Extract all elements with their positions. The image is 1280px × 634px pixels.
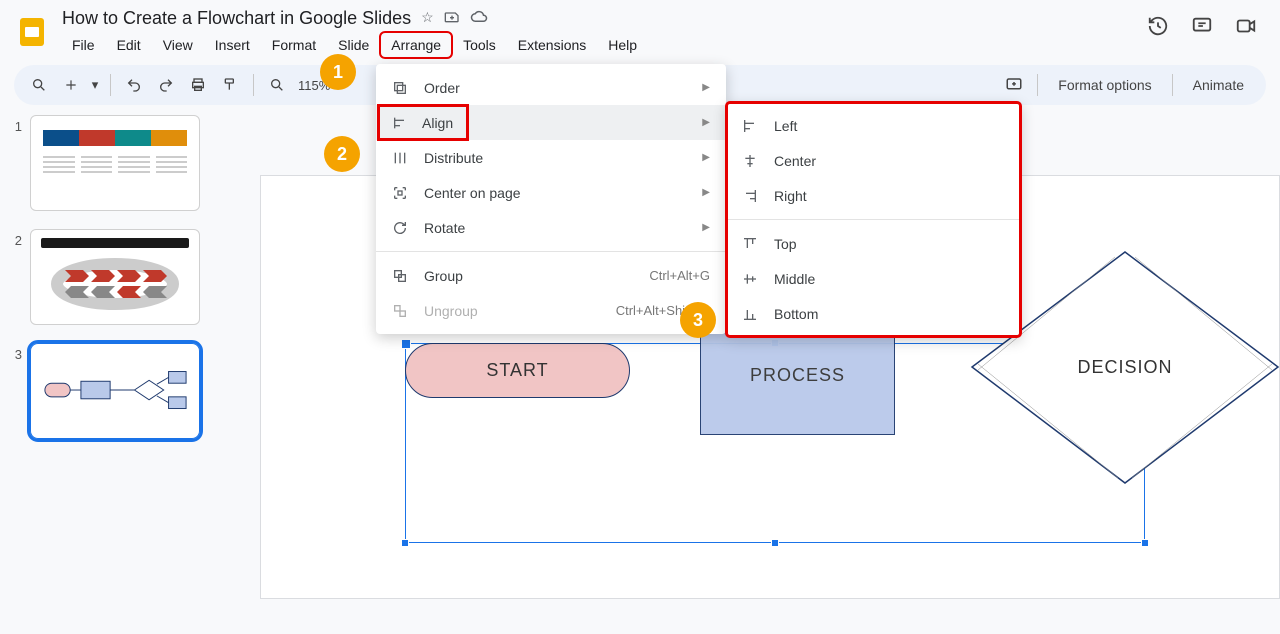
paint-format-button[interactable]	[215, 70, 245, 100]
format-options-button[interactable]: Format options	[1046, 77, 1163, 93]
align-middle[interactable]: Middle	[726, 261, 1021, 296]
align-bottom[interactable]: Bottom	[726, 296, 1021, 331]
align-left-icon	[740, 118, 760, 134]
menu-order[interactable]: Order ▶	[376, 70, 726, 105]
align-middle-icon	[740, 271, 760, 287]
zoom-tool-icon[interactable]	[262, 70, 292, 100]
move-icon[interactable]	[444, 9, 460, 28]
ungroup-icon	[390, 303, 410, 319]
print-button[interactable]	[183, 70, 213, 100]
center-on-page-icon	[390, 185, 410, 201]
menu-help[interactable]: Help	[598, 33, 647, 57]
undo-button[interactable]	[119, 70, 149, 100]
menu-center-on-page[interactable]: Center on page ▶	[376, 175, 726, 210]
menu-edit[interactable]: Edit	[107, 33, 151, 57]
align-center-icon	[740, 153, 760, 169]
menu-file[interactable]: File	[62, 33, 105, 57]
comments-icon[interactable]	[1190, 14, 1214, 38]
thumb-number: 2	[8, 229, 22, 248]
align-bottom-icon	[740, 306, 760, 322]
slide-thumb-2[interactable]	[30, 229, 200, 325]
shape-label: START	[486, 360, 548, 381]
rotate-icon	[390, 220, 410, 236]
separator	[253, 74, 254, 96]
annotation-2: 2	[324, 136, 360, 172]
slides-logo	[12, 12, 52, 52]
align-submenu: Left Center Right Top Middle Bottom	[726, 102, 1021, 337]
menu-separator	[376, 251, 726, 252]
menu-align[interactable]: Align	[378, 105, 468, 140]
chevron-right-icon: ▶	[702, 117, 710, 128]
group-icon	[390, 268, 410, 284]
cloud-status-icon[interactable]	[470, 9, 488, 28]
new-slide-button[interactable]	[56, 70, 86, 100]
animate-button[interactable]: Animate	[1181, 77, 1256, 93]
search-menus-icon[interactable]	[24, 70, 54, 100]
redo-button[interactable]	[151, 70, 181, 100]
separator	[1037, 74, 1038, 96]
order-icon	[390, 80, 410, 96]
history-icon[interactable]	[1146, 14, 1170, 38]
menu-distribute[interactable]: Distribute ▶	[376, 140, 726, 175]
menu-extensions[interactable]: Extensions	[508, 33, 596, 57]
slide-thumbnails: 1 2	[0, 105, 230, 629]
align-center[interactable]: Center	[726, 143, 1021, 178]
chevron-right-icon: ▶	[702, 82, 710, 93]
align-left[interactable]: Left	[726, 108, 1021, 143]
menu-group[interactable]: Group Ctrl+Alt+G	[376, 258, 726, 293]
thumb-number: 3	[8, 343, 22, 362]
align-right-icon	[740, 188, 760, 204]
distribute-icon	[390, 150, 410, 166]
title-and-menu: How to Create a Flowchart in Google Slid…	[62, 8, 647, 57]
menubar: File Edit View Insert Format Slide Arran…	[62, 33, 647, 57]
menu-tools[interactable]: Tools	[453, 33, 506, 57]
shape-label: DECISION	[1077, 357, 1172, 378]
menu-insert[interactable]: Insert	[205, 33, 260, 57]
chevron-right-icon: ▶	[702, 152, 710, 163]
arrange-menu: Order ▶ Align ▶ Distribute ▶ Center on p…	[376, 64, 726, 334]
align-icon	[392, 115, 408, 131]
header-actions	[1146, 8, 1268, 38]
new-slide-dropdown[interactable]: ▾	[88, 70, 102, 100]
menu-arrange[interactable]: Arrange	[381, 33, 451, 57]
align-top-icon	[740, 236, 760, 252]
chevron-right-icon: ▶	[702, 187, 710, 198]
separator	[1172, 74, 1173, 96]
chevron-right-icon: ▶	[702, 222, 710, 233]
separator	[110, 74, 111, 96]
annotation-1: 1	[320, 54, 356, 90]
slide-thumb-3[interactable]	[30, 343, 200, 439]
meet-icon[interactable]	[1234, 14, 1258, 38]
add-comment-icon[interactable]	[999, 70, 1029, 100]
header: How to Create a Flowchart in Google Slid…	[0, 0, 1280, 57]
star-icon[interactable]: ☆	[421, 9, 434, 28]
thumb-number: 1	[8, 115, 22, 134]
shape-label: PROCESS	[750, 365, 845, 386]
document-title[interactable]: How to Create a Flowchart in Google Slid…	[62, 8, 411, 29]
align-top[interactable]: Top	[726, 226, 1021, 261]
menu-rotate[interactable]: Rotate ▶	[376, 210, 726, 245]
menu-separator	[726, 219, 1021, 220]
menu-ungroup: Ungroup Ctrl+Alt+Shift+G	[376, 293, 726, 328]
menu-view[interactable]: View	[153, 33, 203, 57]
slide-thumb-1[interactable]	[30, 115, 200, 211]
menu-format[interactable]: Format	[262, 33, 326, 57]
annotation-3: 3	[680, 302, 716, 338]
flowchart-start-shape[interactable]: START	[405, 343, 630, 398]
align-right[interactable]: Right	[726, 178, 1021, 213]
